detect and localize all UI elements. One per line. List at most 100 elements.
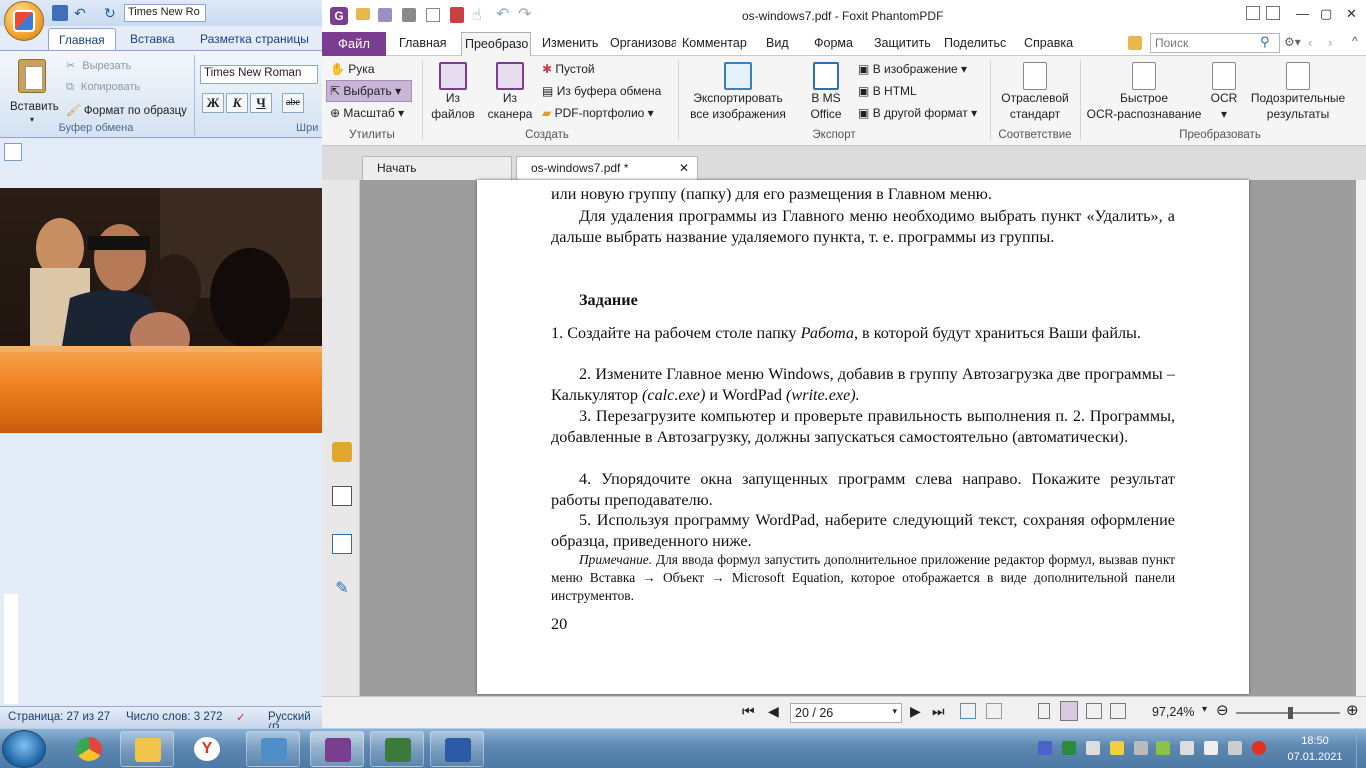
menu-protect[interactable]: Защитить <box>874 36 931 50</box>
minimize-icon[interactable]: — <box>1296 6 1309 21</box>
print-icon[interactable] <box>402 8 416 22</box>
export-images-button[interactable]: Экспортировать все изображения <box>682 62 794 122</box>
blank-button[interactable]: ✱ Пустой <box>542 62 595 76</box>
menu-share[interactable]: Поделитьс <box>944 36 1008 50</box>
italic-button[interactable]: К <box>226 93 248 113</box>
zoom-level[interactable]: 97,24% <box>1152 705 1194 719</box>
tab-insert[interactable]: Вставка <box>120 28 185 50</box>
teams-icon[interactable] <box>1038 741 1052 755</box>
from-scanner-button[interactable]: Из сканера <box>484 62 536 122</box>
menu-organize[interactable]: Организова <box>610 36 676 50</box>
hand-tool-button[interactable]: ✋ Рука <box>330 62 375 76</box>
restore-layout-icon[interactable] <box>1266 6 1280 20</box>
shield-icon[interactable] <box>1156 741 1170 755</box>
bold-button[interactable]: Ж <box>202 93 224 113</box>
tab-start[interactable]: Начать <box>362 156 512 180</box>
page-dropdown-icon[interactable]: ▾ <box>892 706 897 717</box>
folder-search-icon[interactable] <box>1128 36 1142 50</box>
page-number-input[interactable]: 20 / 26 ▾ <box>790 703 902 723</box>
undo-icon[interactable]: ↶ <box>74 5 90 21</box>
strikethrough-button[interactable]: abe <box>282 93 304 113</box>
clipboard-tray-icon[interactable] <box>1134 741 1148 755</box>
from-clipboard-button[interactable]: ▤ Из буфера обмена <box>542 84 661 98</box>
clock[interactable]: 18:50 07.01.2021 <box>1280 733 1350 765</box>
new-pdf-icon[interactable] <box>450 7 464 23</box>
to-ms-office-button[interactable]: В MS Office <box>800 62 852 122</box>
tray-app-icon[interactable] <box>1110 741 1124 755</box>
app-tray-icon[interactable] <box>1062 741 1076 755</box>
save-icon[interactable] <box>378 8 392 22</box>
settings-icon[interactable]: ⚙▾ <box>1284 35 1301 49</box>
close-icon[interactable]: ✕ <box>1346 6 1358 21</box>
continuous-facing-icon[interactable] <box>1110 703 1126 719</box>
to-image-button[interactable]: ▣ В изображение ▾ <box>858 62 967 76</box>
font-name-box[interactable]: Times New Roman <box>200 65 318 84</box>
tab-page-layout[interactable]: Разметка страницы <box>190 28 319 50</box>
paste-button[interactable]: Вставить ▾ <box>6 59 59 125</box>
menu-convert-active[interactable]: Преобразо <box>461 32 531 57</box>
underline-button[interactable]: Ч <box>250 93 272 113</box>
open-icon[interactable] <box>356 8 370 20</box>
undo-icon[interactable]: ↶ <box>496 4 509 24</box>
single-page-icon[interactable] <box>1038 703 1050 719</box>
facing-page-icon[interactable] <box>1086 703 1102 719</box>
blank-page-icon[interactable] <box>426 8 440 22</box>
start-button-icon[interactable] <box>2 730 46 768</box>
ocr-button[interactable]: OCR ▾ <box>1206 62 1242 122</box>
ruler-toggle[interactable] <box>4 143 22 161</box>
redo-icon[interactable]: ↷ <box>518 4 531 24</box>
network-icon[interactable] <box>1180 741 1194 755</box>
signature-icon[interactable]: ✎ <box>332 578 352 598</box>
yandex-tray-icon[interactable] <box>1252 741 1266 755</box>
zoom-dropdown-icon[interactable]: ▾ <box>1202 704 1207 715</box>
first-page-icon[interactable]: ⏮ <box>742 703 755 720</box>
vertical-scrollbar[interactable] <box>1356 180 1366 696</box>
media-taskbar-button[interactable] <box>370 731 424 767</box>
close-tab-icon[interactable]: ✕ <box>679 161 689 175</box>
search-icon[interactable]: ⚲ <box>1260 34 1270 50</box>
prev-page-icon[interactable]: ◀ <box>768 703 779 720</box>
industry-standard-button[interactable]: Отраслевой стандарт <box>994 62 1076 122</box>
tab-home[interactable]: Главная <box>48 28 116 50</box>
forward-icon[interactable]: › <box>1328 35 1332 50</box>
word-taskbar-button[interactable] <box>430 731 484 767</box>
qat-font-box[interactable]: Times New Ro <box>124 4 206 22</box>
cut-button[interactable]: ✂ Вырезать <box>66 59 131 72</box>
zoom-button[interactable]: ⊕ Масштаб ▾ <box>330 106 404 120</box>
spellcheck-icon[interactable]: ✓ <box>236 710 246 724</box>
yandex-taskbar-button[interactable]: Y <box>180 731 234 767</box>
battery-icon[interactable] <box>1204 741 1218 755</box>
show-desktop-button[interactable] <box>1356 729 1366 768</box>
suspicious-results-button[interactable]: Подозрительные результаты <box>1246 62 1350 122</box>
control-panel-taskbar-button[interactable] <box>246 731 300 767</box>
to-other-button[interactable]: ▣ В другой формат ▾ <box>858 106 977 120</box>
format-painter-button[interactable]: 🖌 Формат по образцу <box>66 103 187 117</box>
pdf-portfolio-button[interactable]: ▰ PDF-портфолио ▾ <box>542 106 654 120</box>
next-page-icon[interactable]: ▶ <box>910 703 921 720</box>
layers-icon[interactable] <box>332 534 352 554</box>
last-page-icon[interactable]: ⏭ <box>932 703 945 720</box>
save-icon[interactable] <box>52 5 68 21</box>
foxit-taskbar-button[interactable] <box>310 731 364 767</box>
file-tab[interactable]: Файл <box>322 32 386 56</box>
select-tool-button[interactable]: ⇱ Выбрать ▾ <box>326 80 412 102</box>
tab-document[interactable]: os-windows7.pdf * ✕ <box>516 156 698 180</box>
zoom-out-icon[interactable]: ⊖ <box>1216 701 1229 719</box>
menu-comment[interactable]: Комментар <box>682 36 748 50</box>
lock-icon[interactable] <box>332 442 352 462</box>
volume-icon[interactable] <box>1086 741 1100 755</box>
signal-icon[interactable] <box>1228 741 1242 755</box>
menu-home[interactable]: Главная <box>399 36 447 50</box>
continuous-page-icon[interactable] <box>1060 701 1078 721</box>
to-html-button[interactable]: ▣ В HTML <box>858 84 917 98</box>
maximize-icon[interactable]: ▢ <box>1320 6 1332 21</box>
chrome-taskbar-button[interactable] <box>62 731 116 767</box>
menu-help[interactable]: Справка <box>1024 36 1073 50</box>
copy-button[interactable]: ⧉ Копировать <box>66 81 140 94</box>
from-files-button[interactable]: Из файлов <box>426 62 480 122</box>
thumbnail-icon[interactable] <box>986 703 1002 719</box>
menu-form[interactable]: Форма <box>814 36 853 50</box>
quick-ocr-button[interactable]: Быстрое OCR-распознавание <box>1084 62 1204 122</box>
page-properties-icon[interactable] <box>332 486 352 506</box>
repeat-icon[interactable]: ↻ <box>104 5 120 21</box>
